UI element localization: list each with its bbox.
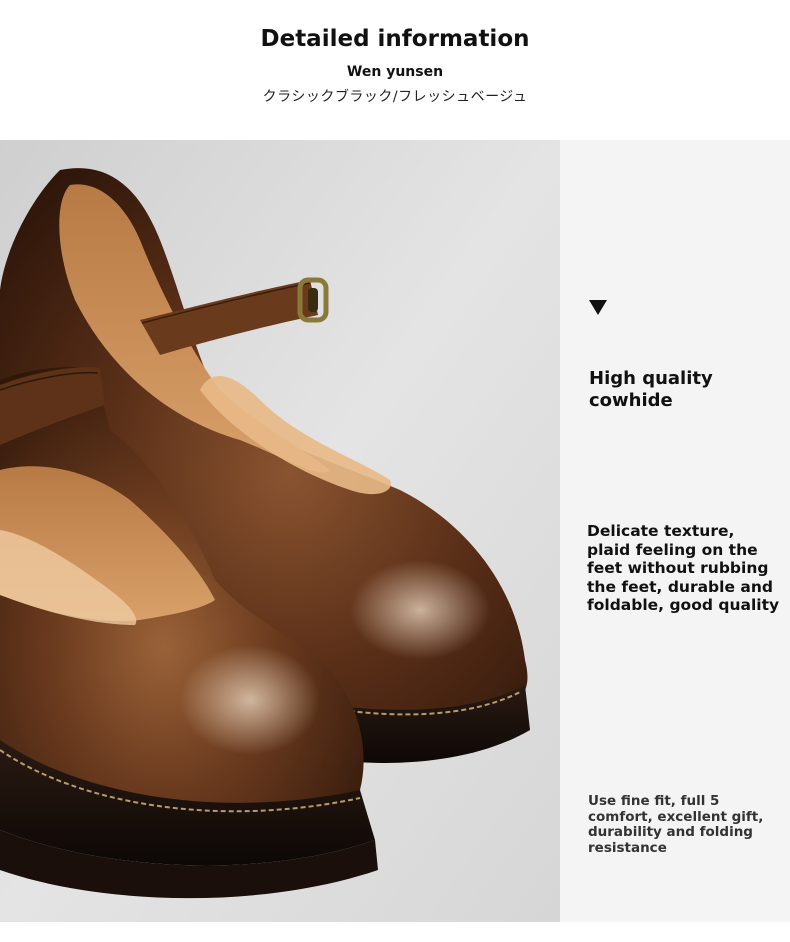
feature-comfort: Use fine fit, full 5 comfort, excellent …	[588, 793, 764, 856]
feature-cowhide: High quality cowhide	[589, 368, 713, 411]
shoe-illustration	[0, 140, 560, 922]
triangle-down-icon	[589, 300, 607, 315]
bottom-margin	[0, 922, 790, 942]
product-photo	[0, 140, 560, 922]
color-options: クラシックブラック/フレッシュベージュ	[262, 89, 528, 105]
page-title: Detailed information	[260, 26, 530, 52]
feature-texture: Delicate texture, plaid feeling on the f…	[587, 522, 780, 614]
brand-name: Wen yunsen	[346, 64, 444, 80]
header: Detailed information Wen yunsen クラシックブラッ…	[0, 0, 790, 140]
